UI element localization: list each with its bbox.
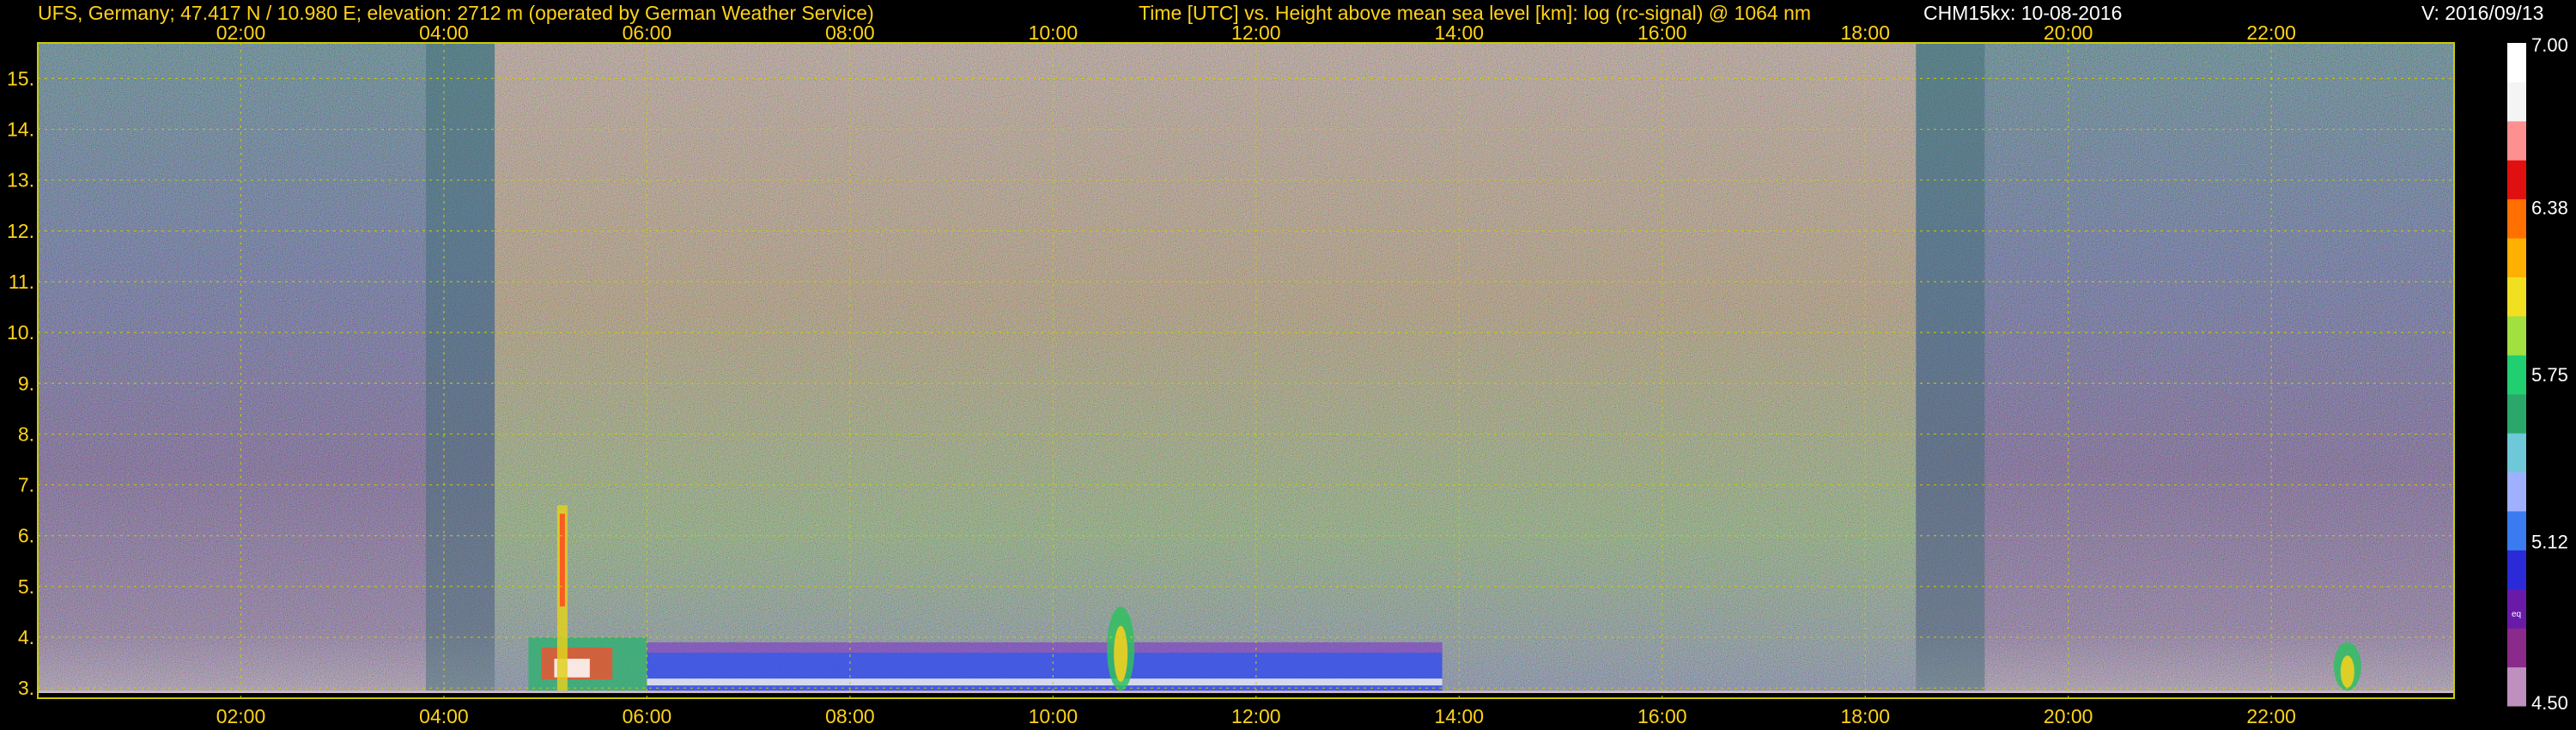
colorbar-note: eq	[2512, 610, 2521, 619]
x-tick-label-top: 08:00	[825, 21, 875, 44]
y-tick-label: 9.	[18, 372, 34, 394]
lidar-plot-canvas: UFS, Germany; 47.417 N / 10.980 E; eleva…	[0, 0, 2576, 730]
colorbar-segment	[2507, 82, 2526, 122]
y-tick-label: 7.	[18, 474, 34, 496]
y-tick-label: 14.	[7, 119, 34, 141]
x-tick-label-top: 18:00	[1840, 21, 1890, 44]
colorbar-segment	[2507, 355, 2526, 395]
x-tick-label-bottom: 22:00	[2246, 705, 2296, 727]
y-tick-label: 11.	[9, 271, 34, 293]
colorbar-label: 5.12	[2531, 532, 2568, 553]
colorbar-segment	[2507, 315, 2526, 356]
colorbar-segment	[2507, 393, 2526, 434]
colorbar-segment	[2507, 433, 2526, 473]
colorbar-segment	[2507, 588, 2526, 629]
colorbar-segment	[2507, 120, 2526, 161]
x-tick-label-top: 04:00	[419, 21, 469, 44]
signal-noise	[38, 43, 2454, 698]
x-tick-label-top: 14:00	[1435, 21, 1485, 44]
x-tick-label-top: 20:00	[2044, 21, 2093, 44]
y-tick-label: 12.	[7, 220, 34, 242]
colorbar-segment	[2507, 628, 2526, 668]
x-tick-label-bottom: 04:00	[419, 705, 469, 727]
x-tick-label-bottom: 06:00	[623, 705, 672, 727]
x-tick-label-bottom: 02:00	[216, 705, 266, 727]
heatmap-chart: 02:00 04:00 06:00 08:00 10:00 12:00 14:00 16:00…	[7, 21, 2568, 727]
x-tick-label-top: 06:00	[623, 21, 672, 44]
x-tick-label-top: 22:00	[2246, 21, 2296, 44]
x-tick-label-top: 12:00	[1231, 21, 1281, 44]
colorbar-segment	[2507, 238, 2526, 277]
y-tick-label: 15.	[7, 67, 34, 89]
colorbar: 7.00 6.38 5.75 5.12 4.50 eq	[2507, 34, 2568, 714]
x-axis-bottom: 02:00 04:00 06:00 08:00 10:00 12:00 14:00 16:00…	[216, 705, 2296, 727]
y-tick-label: 4.	[18, 626, 34, 648]
y-tick-label: 6.	[18, 525, 34, 547]
colorbar-segment	[2507, 510, 2526, 551]
x-tick-label-bottom: 10:00	[1029, 705, 1078, 727]
x-tick-label-bottom: 18:00	[1840, 705, 1890, 727]
colorbar-label: 7.00	[2531, 34, 2568, 56]
colorbar-segment	[2507, 43, 2526, 82]
colorbar-segment	[2507, 198, 2526, 239]
colorbar-segment	[2507, 277, 2526, 317]
colorbar-label: 4.50	[2531, 692, 2568, 714]
y-tick-label: 10.	[7, 321, 34, 344]
colorbar-segment	[2507, 160, 2526, 200]
convective-plume-core	[559, 514, 565, 607]
dawn-transition	[426, 43, 495, 698]
x-tick-label-top: 02:00	[216, 21, 266, 44]
x-axis-top: 02:00 04:00 06:00 08:00 10:00 12:00 14:00 16:00…	[216, 21, 2296, 44]
x-tick-label-bottom: 14:00	[1435, 705, 1485, 727]
x-tick-label-bottom: 20:00	[2044, 705, 2093, 727]
colorbar-label: 6.38	[2531, 197, 2568, 218]
y-tick-label: 5.	[18, 575, 34, 598]
colorbar-segment	[2507, 666, 2526, 707]
colorbar-label: 5.75	[2531, 364, 2568, 386]
y-tick-label: 13.	[7, 169, 34, 192]
cloud-core	[2340, 655, 2354, 688]
colorbar-segment	[2507, 471, 2526, 512]
y-tick-label: 8.	[18, 423, 34, 445]
y-tick-label: 3.	[18, 677, 34, 699]
dusk-transition	[1916, 43, 1985, 698]
cloud-core	[1114, 625, 1128, 682]
x-tick-label-bottom: 08:00	[825, 705, 875, 727]
x-tick-label-bottom: 16:00	[1637, 705, 1687, 727]
x-tick-label-top: 10:00	[1029, 21, 1078, 44]
boundary-layer-surface	[647, 678, 1443, 686]
x-tick-label-top: 16:00	[1637, 21, 1687, 44]
x-tick-label-bottom: 12:00	[1231, 705, 1281, 727]
colorbar-segment	[2507, 550, 2526, 590]
plot-area	[38, 43, 2454, 698]
y-axis: 3. 4. 5. 6. 7. 8. 9. 10. 11. 12. 13. 14. 15.	[7, 67, 34, 699]
